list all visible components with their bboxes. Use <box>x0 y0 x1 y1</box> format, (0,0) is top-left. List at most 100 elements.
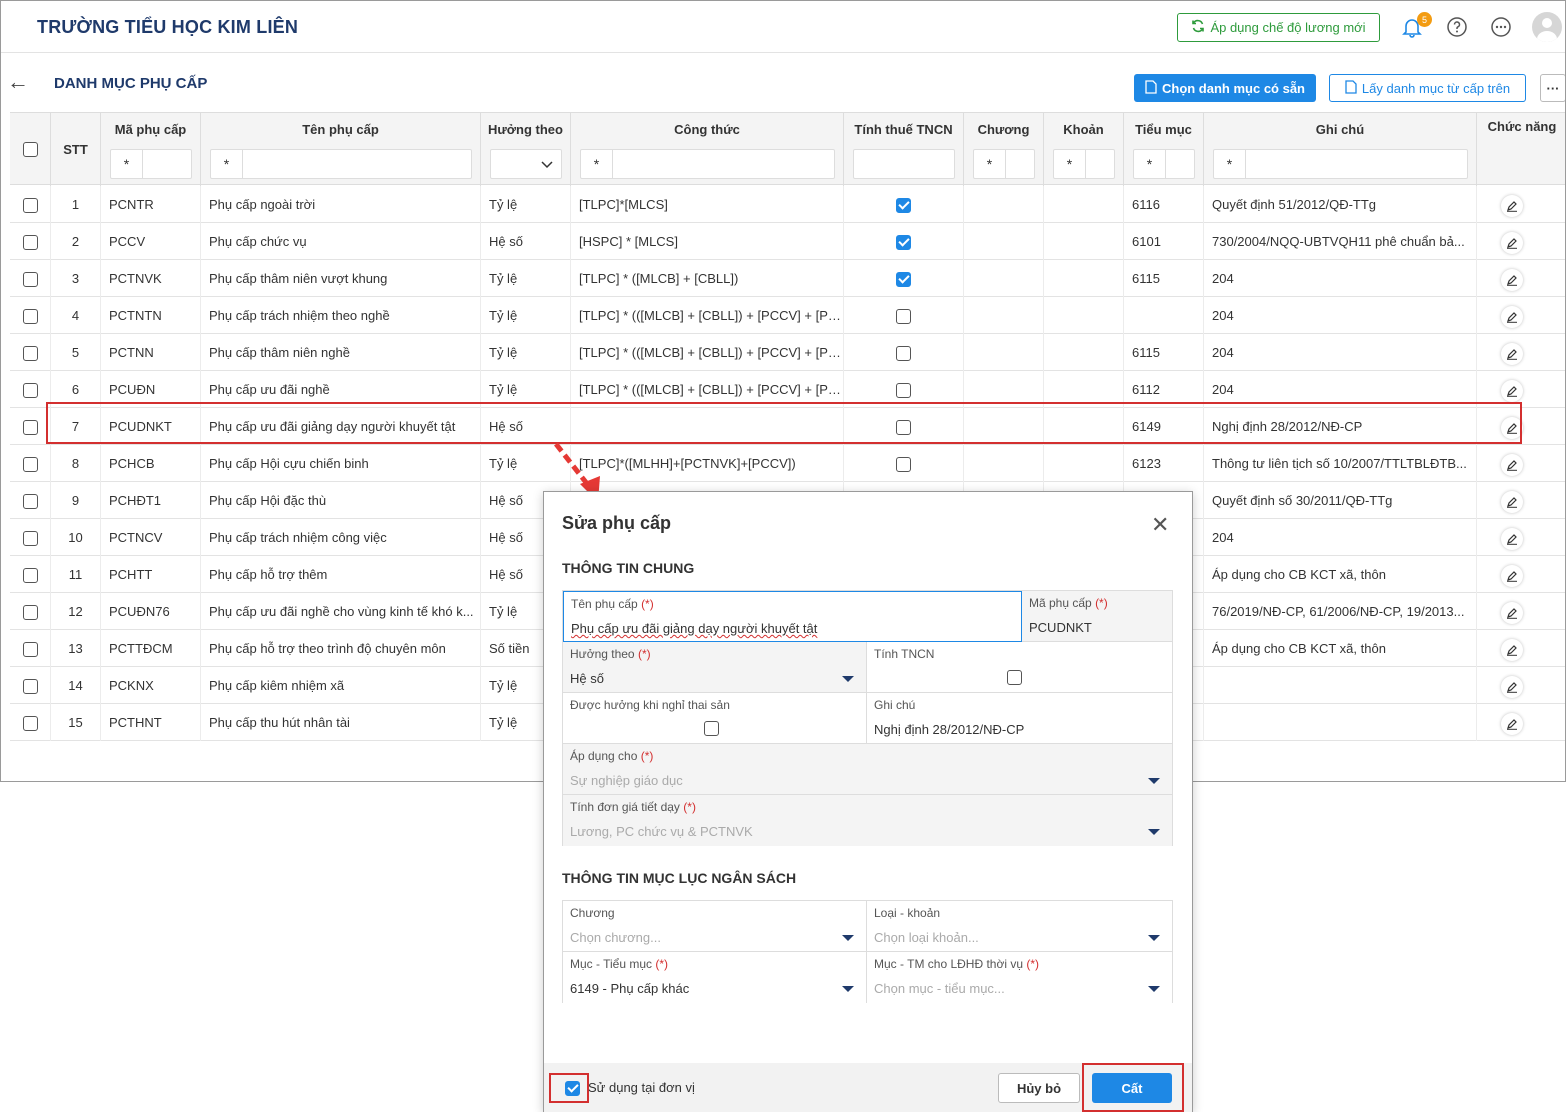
edit-pencil-icon[interactable] <box>1501 490 1523 513</box>
edit-pencil-icon[interactable] <box>1501 268 1523 291</box>
edit-pencil-icon[interactable] <box>1501 194 1523 217</box>
filter-operator[interactable]: * <box>1214 150 1246 178</box>
edit-pencil-icon[interactable] <box>1501 342 1523 365</box>
required-mark: (*) <box>683 800 696 814</box>
caret-down-icon[interactable] <box>1148 986 1160 992</box>
chapter-select[interactable]: Chọn chương... <box>570 930 661 945</box>
row-checkbox[interactable] <box>23 642 38 658</box>
filter-operator[interactable]: * <box>974 150 1006 178</box>
caret-down-icon[interactable] <box>1148 935 1160 941</box>
cancel-button[interactable]: Hủy bỏ <box>998 1073 1080 1103</box>
filter-subitem[interactable]: * <box>1133 149 1195 179</box>
tax-checkbox[interactable] <box>896 346 911 362</box>
item-select[interactable]: 6149 - Phụ cấp khác <box>570 981 689 996</box>
close-icon[interactable]: ✕ <box>1151 512 1169 538</box>
edit-pencil-icon[interactable] <box>1501 601 1523 624</box>
filter-operator[interactable]: * <box>211 150 243 178</box>
save-button[interactable]: Cất <box>1092 1073 1172 1103</box>
row-checkbox[interactable] <box>23 494 38 510</box>
table-row[interactable]: 1 PCNTR Phụ cấp ngoài trời Tỷ lệ [TLPC]*[MLC… <box>10 186 1565 223</box>
maternity-checkbox[interactable] <box>704 721 719 736</box>
filter-formula[interactable]: * <box>580 149 835 179</box>
item-ldhd-select[interactable]: Chọn mục - tiểu mục... <box>874 981 1005 996</box>
basis-field[interactable]: Hưởng theo (*) Hệ số <box>563 642 867 693</box>
tax-checkbox[interactable] <box>896 383 911 399</box>
basis-select[interactable]: Hệ số <box>570 671 604 686</box>
item-field[interactable]: Mục - Tiểu mục (*) 6149 - Phụ cấp khác <box>563 952 867 1003</box>
row-checkbox[interactable] <box>23 568 38 584</box>
more-button[interactable]: ··· <box>1540 74 1565 102</box>
row-checkbox[interactable] <box>23 457 38 473</box>
name-field[interactable]: Tên phụ cấp (*) Phụ cấp ưu đãi giảng dạy… <box>563 591 1022 642</box>
select-all-checkbox[interactable] <box>23 142 38 157</box>
table-row[interactable]: 4 PCTNTN Phụ cấp trách nhiệm theo nghề Tỷ l… <box>10 297 1565 334</box>
filter-note[interactable]: * <box>1213 149 1468 179</box>
note-input[interactable]: Nghị định 28/2012/NĐ-CP <box>874 722 1024 737</box>
table-row[interactable]: 3 PCTNVK Phụ cấp thâm niên vượt khung Tỷ lệ… <box>10 260 1565 297</box>
item-ldhd-field[interactable]: Mục - TM cho LĐHĐ thời vụ (*) Chọn mục -… <box>867 952 1172 1003</box>
apply-new-salary-button[interactable]: Áp dụng chế độ lương mới <box>1177 13 1380 42</box>
filter-operator[interactable]: * <box>581 150 613 178</box>
caret-down-icon[interactable] <box>842 676 854 682</box>
tax-checkbox[interactable] <box>896 457 911 473</box>
tax-checkbox[interactable] <box>896 235 911 251</box>
cell-section <box>1044 186 1124 223</box>
caret-down-icon[interactable] <box>842 986 854 992</box>
row-checkbox[interactable] <box>23 198 38 214</box>
table-row[interactable]: 8 PCHCB Phụ cấp Hội cựu chiến binh Tỷ lệ [TL… <box>10 445 1565 482</box>
caret-down-icon[interactable] <box>842 935 854 941</box>
row-checkbox[interactable] <box>23 531 38 547</box>
filter-code[interactable]: * <box>110 149 192 179</box>
type-field[interactable]: Loại - khoản Chọn loại khoản... <box>867 901 1172 952</box>
filter-operator[interactable]: * <box>1134 150 1166 178</box>
tax-checkbox[interactable] <box>896 198 911 214</box>
table-row[interactable]: 2 PCCV Phụ cấp chức vụ Hệ số [HSPC] * [MLCS]… <box>10 223 1565 260</box>
edit-pencil-icon[interactable] <box>1501 564 1523 587</box>
cell-actions <box>1477 556 1565 593</box>
edit-pencil-icon[interactable] <box>1501 305 1523 328</box>
cell-basis: Tỷ lệ <box>481 334 571 371</box>
filter-operator[interactable]: * <box>111 150 143 178</box>
fetch-list-button[interactable]: Lấy danh mục từ cấp trên <box>1329 74 1526 102</box>
tax-checkbox[interactable] <box>896 309 911 325</box>
more-options-icon[interactable] <box>1489 15 1513 39</box>
row-checkbox[interactable] <box>23 420 38 436</box>
table-row[interactable]: 5 PCTNN Phụ cấp thâm niên nghề Tỷ lệ [TLPC] … <box>10 334 1565 371</box>
cell-stt: 2 <box>51 223 101 260</box>
filter-tax[interactable] <box>853 149 955 179</box>
tax-checkbox[interactable] <box>1007 670 1022 685</box>
row-checkbox[interactable] <box>23 679 38 695</box>
row-checkbox[interactable] <box>23 605 38 621</box>
use-at-unit-checkbox[interactable] <box>565 1081 580 1096</box>
edit-pencil-icon[interactable] <box>1501 712 1523 735</box>
filter-operator[interactable]: * <box>1054 150 1086 178</box>
edit-pencil-icon[interactable] <box>1501 379 1523 402</box>
tax-checkbox[interactable] <box>896 272 911 288</box>
avatar[interactable] <box>1532 12 1562 42</box>
header-chapter-label: Chương <box>977 122 1030 137</box>
back-arrow-icon[interactable]: ← <box>7 69 29 95</box>
edit-pencil-icon[interactable] <box>1501 675 1523 698</box>
name-input[interactable]: Phụ cấp ưu đãi giảng dạy người khuyết tậ… <box>571 621 817 636</box>
edit-pencil-icon[interactable] <box>1501 527 1523 550</box>
note-field[interactable]: Ghi chú Nghị định 28/2012/NĐ-CP <box>867 693 1172 744</box>
help-icon[interactable] <box>1445 15 1469 39</box>
filter-name[interactable]: * <box>210 149 472 179</box>
choose-list-button[interactable]: Chọn danh mục có sẵn <box>1134 74 1316 102</box>
cell-actions <box>1477 630 1565 667</box>
chapter-field[interactable]: Chương Chọn chương... <box>563 901 867 952</box>
row-checkbox[interactable] <box>23 716 38 732</box>
row-checkbox[interactable] <box>23 235 38 251</box>
row-select-cell <box>10 408 51 445</box>
row-checkbox[interactable] <box>23 383 38 399</box>
edit-pencil-icon[interactable] <box>1501 231 1523 254</box>
row-checkbox[interactable] <box>23 346 38 362</box>
filter-section[interactable]: * <box>1053 149 1115 179</box>
row-checkbox[interactable] <box>23 309 38 325</box>
row-checkbox[interactable] <box>23 272 38 288</box>
filter-chapter[interactable]: * <box>973 149 1035 179</box>
edit-pencil-icon[interactable] <box>1501 453 1523 476</box>
filter-basis-select[interactable] <box>490 149 562 179</box>
type-select[interactable]: Chọn loại khoản... <box>874 930 979 945</box>
edit-pencil-icon[interactable] <box>1501 638 1523 661</box>
